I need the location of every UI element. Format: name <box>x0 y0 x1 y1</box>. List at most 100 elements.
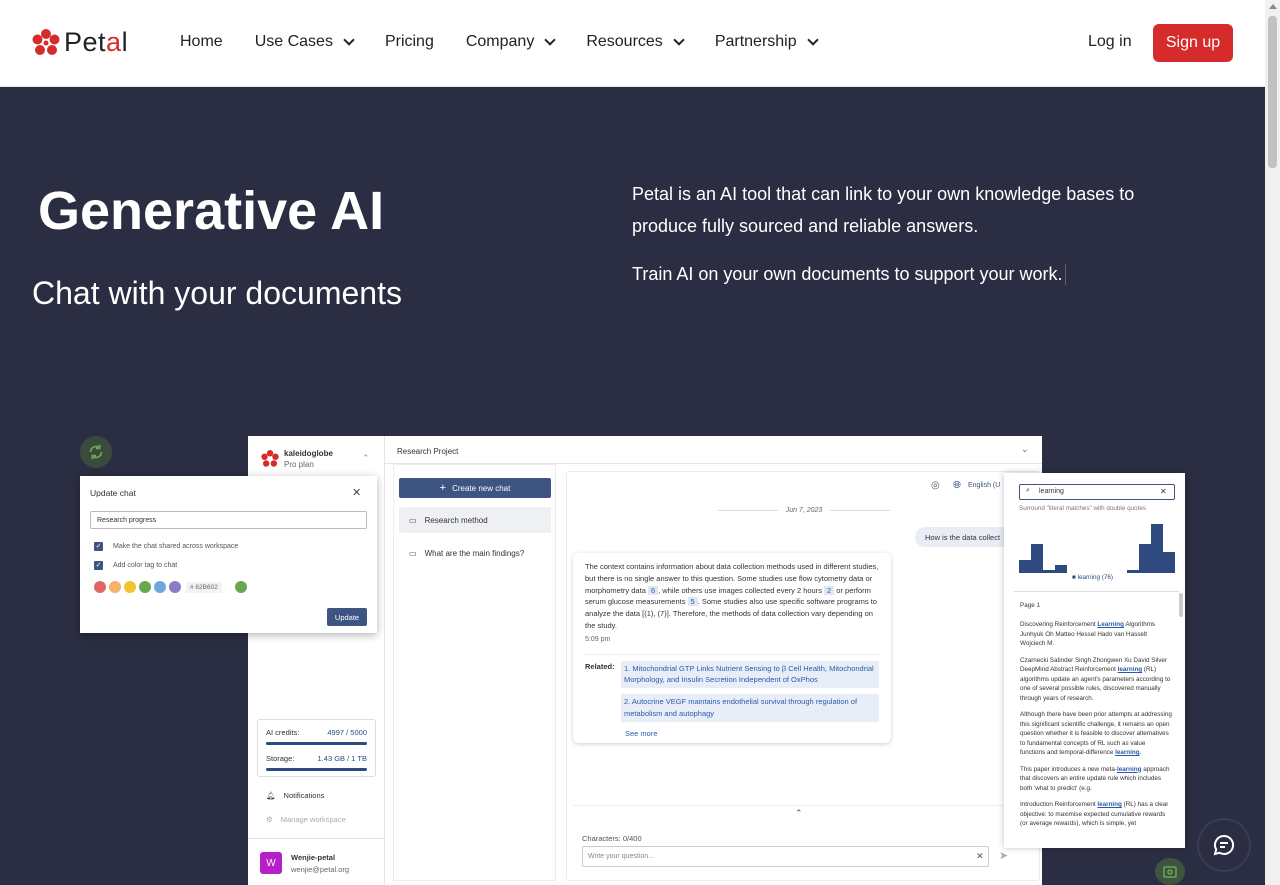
support-chat-button[interactable] <box>1199 820 1249 870</box>
update-chat-dialog: Update chat ✕ Research progress ✓ Make th… <box>80 476 377 633</box>
panel-scrollbar[interactable] <box>1179 593 1183 617</box>
signup-button[interactable]: Sign up <box>1153 24 1233 62</box>
histogram-bar[interactable] <box>1019 560 1031 573</box>
color-swatch[interactable] <box>169 581 181 593</box>
chat-bubble-icon: ▭ <box>409 515 417 525</box>
related-doc-link[interactable]: 1. Mitochondrial GTP Links Nutrient Sens… <box>621 660 879 689</box>
chevron-down-icon: ⌄ <box>1021 444 1029 454</box>
search-icon: ⌕ <box>1026 487 1030 494</box>
workspace-plan: Pro plan <box>284 460 314 469</box>
nav-use-cases[interactable]: Use Cases <box>255 32 355 52</box>
color-swatch[interactable] <box>154 581 166 593</box>
histogram-bar[interactable] <box>1043 570 1055 573</box>
notifications-link[interactable]: 🔔︎ Notifications <box>266 791 324 800</box>
chat-main: ◎ 🌐︎ English (U Jun 7, 2023 How is the d… <box>566 471 1055 881</box>
search-match[interactable]: learning <box>1118 666 1143 673</box>
citation-badge[interactable]: 6 <box>647 585 659 595</box>
related-doc-link[interactable]: 2. Autocrine VEGF maintains endothelial … <box>621 694 879 722</box>
search-match[interactable]: learning <box>1097 801 1122 808</box>
answer-text: The context contains information about d… <box>585 562 879 630</box>
chat-name-input[interactable]: Research progress <box>90 511 367 529</box>
histogram-bar[interactable] <box>1151 523 1163 573</box>
nav-label: Partnership <box>714 33 797 50</box>
search-match[interactable]: learning <box>1117 766 1142 773</box>
search-match[interactable]: Learning <box>1097 621 1124 628</box>
nav-label: Company <box>465 33 535 50</box>
color-swatch[interactable] <box>139 581 151 593</box>
workspace-switch-icon[interactable]: ⌃ <box>362 453 370 464</box>
search-doc-icon[interactable] <box>1155 858 1185 885</box>
checkbox-checked-icon[interactable]: ✓ <box>94 561 103 570</box>
manage-workspace-link[interactable]: ⚙ Manage workspace <box>266 815 346 824</box>
create-chat-button[interactable]: + Create new chat <box>399 478 551 498</box>
nav-resources[interactable]: Resources <box>586 32 685 52</box>
histogram-legend: ■ learning (76) <box>1072 574 1113 581</box>
nav-pricing[interactable]: Pricing <box>385 32 434 52</box>
hex-input[interactable]: # 62B602 <box>186 581 222 593</box>
page-scrollbar[interactable] <box>1265 0 1280 885</box>
flower-logo-icon <box>261 450 279 467</box>
page-label: Page 1 <box>1020 602 1040 609</box>
chat-date: Jun 7, 2023 <box>567 507 1041 514</box>
share-checkbox[interactable]: ✓ Make the chat shared across workspace <box>94 542 238 551</box>
ai-answer: The context contains information about d… <box>573 553 891 743</box>
color-swatch[interactable] <box>124 581 136 593</box>
clear-icon[interactable]: ✕ <box>976 851 984 862</box>
project-name: Research Project <box>397 447 459 456</box>
close-icon[interactable]: ✕ <box>352 486 361 499</box>
nav-company[interactable]: Company <box>465 32 556 52</box>
language-selector[interactable]: English (U <box>968 482 1000 489</box>
histogram-bar[interactable] <box>1127 570 1139 573</box>
nav-home[interactable]: Home <box>180 32 223 52</box>
credits-value: 4997 / 5000 <box>327 728 367 737</box>
color-swatch[interactable] <box>109 581 121 593</box>
petal-logo[interactable]: Petal <box>32 27 128 58</box>
question-area: ⌃ Characters: 0/400 Write your question.… <box>573 805 1035 881</box>
hero-subtitle: Chat with your documents <box>32 275 402 311</box>
color-tag-checkbox[interactable]: ✓ Add color tag to chat <box>94 561 177 570</box>
see-more-link[interactable]: See more <box>625 728 879 740</box>
clear-icon[interactable]: ✕ <box>1160 487 1167 496</box>
user-email: wenjie@petal.org <box>291 864 350 874</box>
document-paragraph: This paper introduces a new meta-learnin… <box>1020 765 1170 792</box>
color-swatch[interactable] <box>94 581 106 593</box>
refresh-icon[interactable] <box>80 436 112 468</box>
nav-label: Home <box>180 33 223 50</box>
histogram-bar[interactable] <box>1055 565 1067 573</box>
project-selector[interactable]: Research Project ⌄ <box>385 436 1042 464</box>
scrollbar-thumb[interactable] <box>1268 16 1277 168</box>
search-panel: ⌕ learning ✕ Surround "literal matches" … <box>1004 473 1185 848</box>
credits-bar <box>266 742 367 745</box>
hero-title: Generative AI <box>38 181 385 241</box>
update-button[interactable]: Update <box>327 608 367 626</box>
checkbox-checked-icon[interactable]: ✓ <box>94 542 103 551</box>
chat-item-label: What are the main findings? <box>424 548 525 558</box>
citation-badge[interactable]: 2 <box>824 585 835 595</box>
histogram-bar[interactable] <box>1031 544 1043 573</box>
citation-badge[interactable]: 5 <box>687 597 698 607</box>
check-circle-icon[interactable]: ◎ <box>931 480 940 491</box>
chat-item[interactable]: ▭ What are the main findings? <box>399 540 551 566</box>
document-paragraph: Although there have been prior attempts … <box>1020 711 1172 756</box>
chevron-down-icon <box>673 33 685 46</box>
chevron-up-icon[interactable]: ⌃ <box>795 808 803 819</box>
nav-label: Resources <box>586 33 663 50</box>
globe-icon[interactable]: 🌐︎ <box>953 480 961 491</box>
answer-time: 5:09 pm <box>585 635 611 643</box>
send-icon[interactable]: ➤ <box>999 849 1008 862</box>
scroll-up-arrow-icon[interactable] <box>1269 4 1277 9</box>
selected-color-swatch[interactable] <box>234 581 247 593</box>
workspace-name[interactable]: kaleidoglobe <box>284 449 333 458</box>
question-input[interactable]: Write your question... <box>582 846 989 867</box>
user-profile[interactable]: W Wenjie-petal wenjie@petal.org <box>260 852 349 874</box>
search-match[interactable]: learning <box>1115 749 1140 756</box>
login-link[interactable]: Log in <box>1088 33 1132 51</box>
chat-item[interactable]: ▭ Research method <box>399 507 551 533</box>
chat-item-label: Research method <box>424 515 488 525</box>
nav-partnership[interactable]: Partnership <box>714 32 819 52</box>
document-search-input[interactable]: ⌕ learning ✕ <box>1019 484 1175 500</box>
document-paragraph: Introduction Reinforcement learning (RL)… <box>1020 801 1169 827</box>
bell-icon: 🔔︎ <box>266 791 276 800</box>
histogram-bar[interactable] <box>1139 544 1151 573</box>
histogram-bar[interactable] <box>1163 552 1175 573</box>
